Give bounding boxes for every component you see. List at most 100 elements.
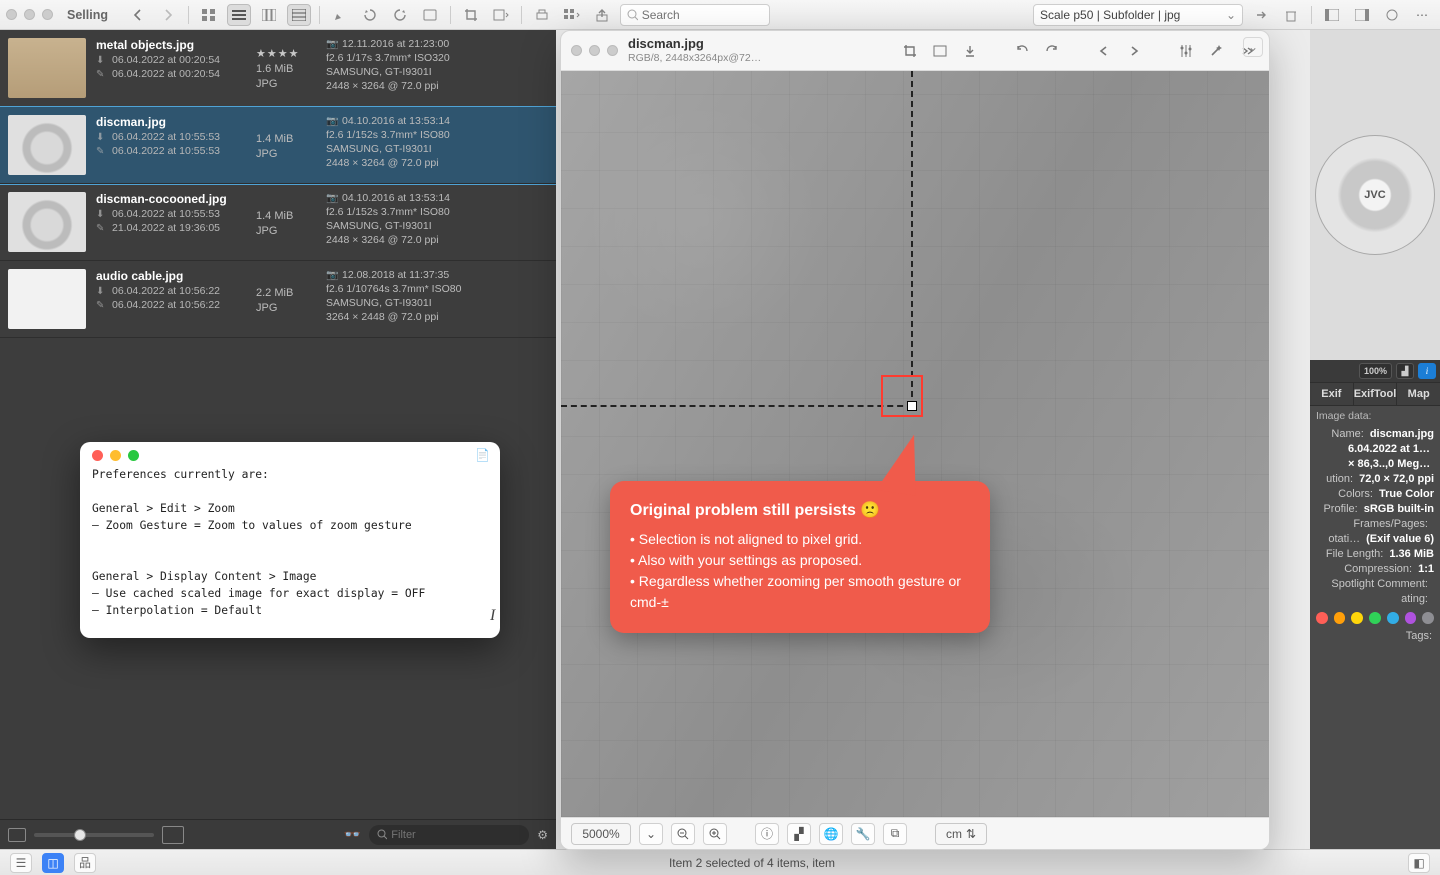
view-mode-list-icon[interactable]: ☰	[10, 853, 32, 873]
globe-icon[interactable]: 🌐	[819, 823, 843, 845]
finder-dot-yellow[interactable]	[1351, 612, 1363, 624]
export-icon[interactable]	[957, 39, 983, 63]
batch-preset-select[interactable]: Scale p50 | Subfolder | jpg ⌄	[1033, 4, 1243, 26]
share-icon[interactable]	[590, 4, 614, 26]
star-rating[interactable]: ★★★★	[256, 47, 316, 60]
finder-dot-orange[interactable]	[1334, 612, 1346, 624]
traffic-close-icon[interactable]	[6, 9, 17, 20]
bottom-sidebar-icon[interactable]: ◧	[1408, 853, 1430, 873]
main-toolbar: Selling Scale p50 | Subfolder | jpg ⌄ ⋯	[0, 0, 1440, 30]
unit-select[interactable]: cm⇅	[935, 823, 987, 845]
sidebar-right-icon[interactable]	[1350, 4, 1374, 26]
magic-wand-icon[interactable]	[1203, 39, 1229, 63]
note-body[interactable]: Preferences currently are: General > Edi…	[92, 467, 488, 619]
zoom-100-button[interactable]: 100%	[1359, 363, 1392, 379]
save-dropdown-icon[interactable]	[489, 4, 513, 26]
list-item[interactable]: discman.jpg ⬇06.04.2022 at 10:55:53 ✎06.…	[0, 107, 556, 184]
traffic-close-icon[interactable]	[92, 450, 103, 461]
sidebar-left-icon[interactable]	[1320, 4, 1344, 26]
pencil-icon: ✎	[96, 69, 108, 80]
zoom-out-button[interactable]	[671, 823, 695, 845]
next-image-icon[interactable]	[1121, 39, 1147, 63]
preview-thumb: JVC	[1315, 135, 1435, 255]
finder-dot-blue[interactable]	[1387, 612, 1399, 624]
slideshow-icon[interactable]	[418, 4, 442, 26]
window-traffic-lights	[6, 9, 53, 20]
view-mode-path-icon[interactable]: 品	[74, 853, 96, 873]
tab-exiftool[interactable]: ExifTool	[1354, 383, 1398, 405]
view-mode-split-icon[interactable]: ◫	[42, 853, 64, 873]
zoom-value[interactable]: 5000%	[571, 823, 631, 845]
traffic-minimize-icon[interactable]	[24, 9, 35, 20]
rotate-right-icon[interactable]	[388, 4, 412, 26]
traffic-zoom-icon[interactable]	[42, 9, 53, 20]
traffic-minimize-icon[interactable]	[110, 450, 121, 461]
image-viewer-window[interactable]: ⌄ discman.jpg RGB/8, 2448x3264px@72…	[560, 30, 1270, 850]
tab-map[interactable]: Map	[1397, 383, 1440, 405]
download-icon: ⬇	[96, 132, 108, 143]
duplicate-icon[interactable]: ⧉	[883, 823, 907, 845]
preferences-note-window[interactable]: 📄 Preferences currently are: General > E…	[80, 442, 500, 638]
list-item[interactable]: metal objects.jpg ⬇06.04.2022 at 00:20:5…	[0, 30, 556, 107]
list-item[interactable]: discman-cocooned.jpg ⬇06.04.2022 at 10:5…	[0, 184, 556, 261]
list-item[interactable]: audio cable.jpg ⬇06.04.2022 at 10:56:22 …	[0, 261, 556, 338]
traffic-zoom-icon[interactable]	[128, 450, 139, 461]
nav-forward-button[interactable]	[156, 4, 180, 26]
histogram-icon[interactable]: ▟	[1396, 363, 1414, 379]
zoom-in-button[interactable]	[703, 823, 727, 845]
zoom-stepper-icon[interactable]: ⌄	[639, 823, 663, 845]
more-icon[interactable]: ⋯	[1410, 4, 1434, 26]
camera-icon: 📷	[326, 193, 338, 204]
finder-dot-purple[interactable]	[1405, 612, 1417, 624]
view-detail-list-button[interactable]	[287, 4, 311, 26]
info-icon[interactable]: i	[1418, 363, 1436, 379]
wrench-icon[interactable]: 🔧	[851, 823, 875, 845]
info-hud-icon[interactable]: ⓘ	[755, 823, 779, 845]
adjustments-icon[interactable]	[1173, 39, 1199, 63]
print-icon[interactable]	[530, 4, 554, 26]
finder-label-colors[interactable]	[1310, 606, 1440, 626]
prev-image-icon[interactable]	[1091, 39, 1117, 63]
finder-dot-red[interactable]	[1316, 612, 1328, 624]
app-grid-dropdown-icon[interactable]	[560, 4, 584, 26]
image-canvas[interactable]: Original problem still persists 🙁 • Sele…	[561, 71, 1269, 817]
trash-icon[interactable]	[1279, 4, 1303, 26]
map-toggle-icon[interactable]	[1380, 4, 1404, 26]
text-cursor-icon: I	[490, 607, 495, 625]
view-grid-button[interactable]	[197, 4, 221, 26]
tab-exif[interactable]: Exif	[1310, 383, 1354, 405]
finder-dot-green[interactable]	[1369, 612, 1381, 624]
resize-tool-icon[interactable]	[927, 39, 953, 63]
traffic-zoom-icon[interactable]	[607, 45, 618, 56]
gear-icon[interactable]: ⚙	[537, 828, 548, 842]
filter-field[interactable]	[369, 825, 529, 845]
crop-tool-icon[interactable]	[897, 39, 923, 63]
selection-handle[interactable]	[907, 401, 917, 411]
redo-icon[interactable]	[1039, 39, 1065, 63]
quicklook-icon[interactable]: 👓	[344, 826, 361, 843]
histogram-hud-icon[interactable]: ▞	[787, 823, 811, 845]
pencil-icon: ✎	[96, 223, 108, 234]
undo-icon[interactable]	[1009, 39, 1035, 63]
search-input[interactable]	[642, 8, 763, 22]
traffic-minimize-icon[interactable]	[589, 45, 600, 56]
selection-marquee[interactable]	[561, 71, 913, 407]
document-icon: 📄	[475, 448, 490, 462]
edit-tool-icon[interactable]	[328, 4, 352, 26]
traffic-close-icon[interactable]	[571, 45, 582, 56]
inspector-panel: JVC 100% ▟ i Exif ExifTool Map Image dat…	[1310, 30, 1440, 849]
rotate-left-icon[interactable]	[358, 4, 382, 26]
thumb-size-slider[interactable]	[34, 833, 154, 837]
view-columns-button[interactable]	[257, 4, 281, 26]
camera-icon: 📷	[326, 116, 338, 127]
collapse-toolbar-icon[interactable]: ⌄	[1243, 37, 1263, 57]
view-list-button[interactable]	[227, 4, 251, 26]
run-batch-icon[interactable]	[1249, 4, 1273, 26]
filter-input[interactable]	[391, 829, 521, 841]
thumbnail	[8, 115, 86, 175]
search-field[interactable]	[620, 4, 770, 26]
finder-dot-gray[interactable]	[1422, 612, 1434, 624]
nav-back-button[interactable]	[126, 4, 150, 26]
search-icon	[377, 829, 387, 840]
crop-icon[interactable]	[459, 4, 483, 26]
